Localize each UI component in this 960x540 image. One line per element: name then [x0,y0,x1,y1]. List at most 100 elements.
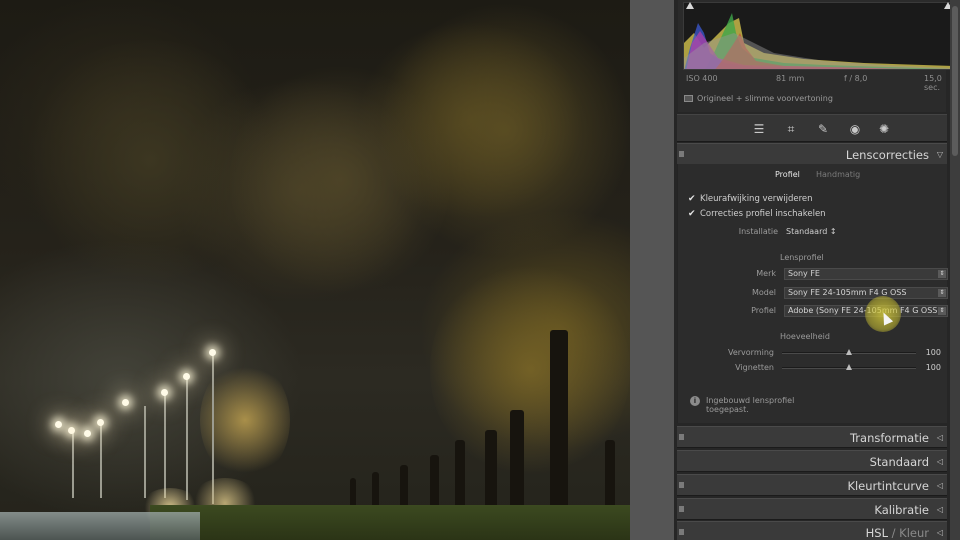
tone-curve-title: Kleurtintcurve [847,479,929,493]
info-line-1: Ingebouwd lensprofiel [706,396,795,405]
exif-aperture: f / 8,0 [844,74,868,83]
expand-arrow-icon[interactable]: ◁ [937,505,943,514]
hsl-color-title: HSL / Kleur [866,526,929,540]
remove-ca-checkbox[interactable]: ✔ Kleurafwijking verwijderen [688,194,813,204]
hsl-color-header[interactable]: HSL / Kleur ◁ [677,521,947,540]
distortion-label: Vervorming [727,348,774,357]
street-lamp [97,419,104,426]
dropdown-caret-icon: ⇕ [938,289,946,297]
histogram-chart [684,13,950,69]
lamp-post [100,420,102,498]
remove-ca-label: Kleurafwijking verwijderen [700,194,813,204]
redeye-icon[interactable]: ◉ [847,121,863,137]
canal-water [0,512,200,540]
shadow-clipping-icon[interactable] [686,2,694,9]
enable-profile-label: Correcties profiel inschakelen [700,209,826,219]
exif-focal-length: 81 mm [776,74,805,83]
hsl-tab[interactable]: HSL [866,526,888,540]
preview-label: Origineel + slimme voorvertoning [697,94,833,103]
heal-icon[interactable]: ✎ [815,121,831,137]
amount-title: Hoeveelheid [780,332,830,341]
section-toggle-icon[interactable] [679,151,684,157]
tree-canopy [380,0,630,260]
tool-strip: ☰ ⌗ ✎ ◉ ✺ [677,114,947,142]
panel-divider [630,0,674,540]
histogram-graph[interactable] [683,2,951,70]
vignetting-value[interactable]: 100 [926,363,941,372]
vignetting-slider-knob[interactable] [846,364,852,370]
transform-header[interactable]: Transformatie ◁ [677,426,947,448]
smart-preview-status[interactable]: Origineel + slimme voorvertoning [684,94,833,103]
dropdown-caret-icon: ⇕ [938,270,946,278]
calibration-header[interactable]: Kalibratie ◁ [677,498,947,520]
distortion-slider-knob[interactable] [846,349,852,355]
info-text: Ingebouwd lensprofiel toegepast. [706,396,794,414]
histogram-panel: ISO 400 81 mm f / 8,0 15,0 sec. Originee… [678,0,952,112]
profile-label: Profiel [751,306,776,315]
lens-corrections-body: Profiel Handmatig ✔ Kleurafwijking verwi… [677,164,948,423]
street-lamp [68,427,75,434]
lamp-post [186,378,188,500]
tab-manual[interactable]: Handmatig [816,170,860,179]
collapse-arrow-icon[interactable]: ▽ [937,150,943,159]
mask-icon[interactable]: ✺ [876,121,892,137]
street-lamp [122,399,129,406]
scrollbar-thumb[interactable] [952,6,958,156]
model-dropdown[interactable]: Sony FE 24-105mm F4 G OSS ⇕ [784,287,948,299]
photo-preview[interactable] [0,0,630,540]
sliders-icon[interactable]: ☰ [751,121,767,137]
crop-icon[interactable]: ⌗ [783,121,799,137]
info-icon: i [690,396,700,406]
basic-title: Standaard [869,455,929,469]
setup-label: Installatie [738,227,778,236]
model-value: Sony FE 24-105mm F4 G OSS [788,288,907,297]
enable-profile-checkbox[interactable]: ✔ Correcties profiel inschakelen [688,209,826,219]
lamp-post [144,406,146,498]
transform-title: Transformatie [849,431,929,445]
calibration-title: Kalibratie [874,503,929,517]
exif-iso: ISO 400 [686,74,718,83]
distortion-slider[interactable] [782,349,916,355]
tone-curve-header[interactable]: Kleurtintcurve ◁ [677,474,947,496]
street-lamp [161,389,168,396]
develop-panel: ISO 400 81 mm f / 8,0 15,0 sec. Originee… [674,0,952,540]
section-toggle-icon[interactable] [679,529,684,535]
vignetting-slider[interactable] [782,364,916,370]
section-toggle-icon[interactable] [679,434,684,440]
street-lamp [84,430,91,437]
built-in-profile-note: i Ingebouwd lensprofiel toegepast. [690,396,794,414]
setup-select[interactable]: Standaard ↕ [786,227,837,236]
section-toggle-icon[interactable] [679,506,684,512]
tab-profile[interactable]: Profiel [775,170,800,179]
distortion-value[interactable]: 100 [926,348,941,357]
hsl-separator: / [887,526,900,540]
exif-shutter: 15,0 sec. [924,74,942,92]
panel-scrollbar[interactable] [950,0,960,540]
lens-corrections-header[interactable]: Lenscorrecties ▽ [677,143,947,165]
preview-checkbox-icon[interactable] [684,95,693,102]
make-label: Merk [756,269,776,278]
model-label: Model [751,288,776,297]
checkmark-icon: ✔ [688,194,696,204]
expand-arrow-icon[interactable]: ◁ [937,528,943,537]
grass [150,505,630,540]
color-tab[interactable]: Kleur [899,526,929,540]
expand-arrow-icon[interactable]: ◁ [937,457,943,466]
histogram-gray [684,33,950,69]
expand-arrow-icon[interactable]: ◁ [937,481,943,490]
lens-profile-title: Lensprofiel [780,253,824,262]
lens-corrections-title: Lenscorrecties [845,148,929,162]
basic-header[interactable]: Standaard ◁ [677,450,947,472]
section-toggle-icon[interactable] [679,482,684,488]
vignetting-label: Vignetten [735,363,774,372]
expand-arrow-icon[interactable]: ◁ [937,433,943,442]
lamp-post [164,394,166,498]
street-lamp [55,421,62,428]
street-lamp [183,373,190,380]
lamp-post [72,430,74,498]
checkmark-icon: ✔ [688,209,696,219]
make-dropdown[interactable]: Sony FE ⇕ [784,268,948,280]
street-lamp [209,349,216,356]
make-value: Sony FE [788,269,820,278]
info-line-2: toegepast. [706,405,749,414]
